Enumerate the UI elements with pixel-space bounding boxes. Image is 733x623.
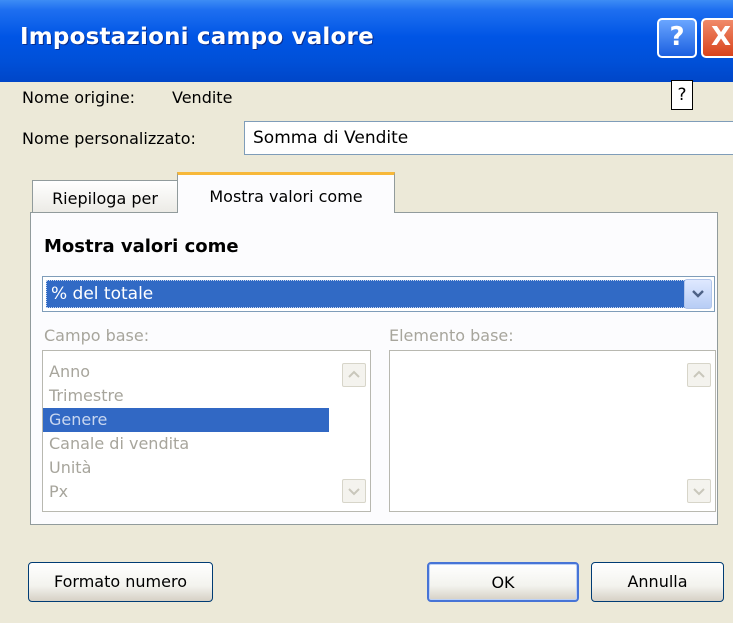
- format-number-button[interactable]: Formato numero: [28, 562, 213, 602]
- list-item-selected[interactable]: Genere: [43, 408, 329, 432]
- list-item[interactable]: Px: [43, 480, 370, 504]
- help-button[interactable]: ?: [657, 18, 697, 58]
- tab-mostra-valori-come[interactable]: Mostra valori come: [177, 172, 395, 213]
- context-help-icon[interactable]: ?: [671, 80, 693, 110]
- scroll-up-icon[interactable]: [687, 363, 711, 387]
- dropdown-selected-value: % del totale: [46, 280, 688, 308]
- base-field-list[interactable]: Anno Trimestre Genere Canale di vendita …: [42, 350, 371, 512]
- list-item[interactable]: Anno: [43, 360, 370, 384]
- source-name-label: Nome origine:: [22, 88, 136, 107]
- close-button[interactable]: X: [701, 18, 733, 58]
- tab-riepiloga-per[interactable]: Riepiloga per: [32, 180, 178, 212]
- dialog-window: Impostazioni campo valore ? X Nome origi…: [0, 0, 733, 623]
- base-item-label: Elemento base:: [389, 326, 514, 345]
- custom-name-label: Nome personalizzato:: [22, 129, 196, 148]
- ok-button[interactable]: OK: [427, 562, 579, 602]
- scroll-down-icon[interactable]: [687, 479, 711, 503]
- source-name-value: Vendite: [172, 88, 233, 107]
- window-title: Impostazioni campo valore: [20, 24, 374, 50]
- custom-name-label-text: Nome personalizzato:: [22, 129, 196, 148]
- base-field-label: Campo base:: [44, 326, 150, 345]
- show-values-as-dropdown[interactable]: % del totale: [42, 276, 715, 312]
- list-item[interactable]: Trimestre: [43, 384, 370, 408]
- section-title: Mostra valori come: [44, 236, 239, 257]
- cancel-button[interactable]: Annulla: [591, 562, 724, 602]
- list-item[interactable]: Canale di vendita: [43, 432, 370, 456]
- list-item[interactable]: Unità: [43, 456, 370, 480]
- base-item-list[interactable]: [389, 350, 716, 512]
- title-bar: Impostazioni campo valore ? X: [0, 0, 733, 82]
- custom-name-input[interactable]: Somma di Vendite: [244, 121, 733, 155]
- scroll-down-icon[interactable]: [342, 479, 366, 503]
- chevron-down-icon[interactable]: [684, 279, 712, 309]
- scroll-up-icon[interactable]: [342, 363, 366, 387]
